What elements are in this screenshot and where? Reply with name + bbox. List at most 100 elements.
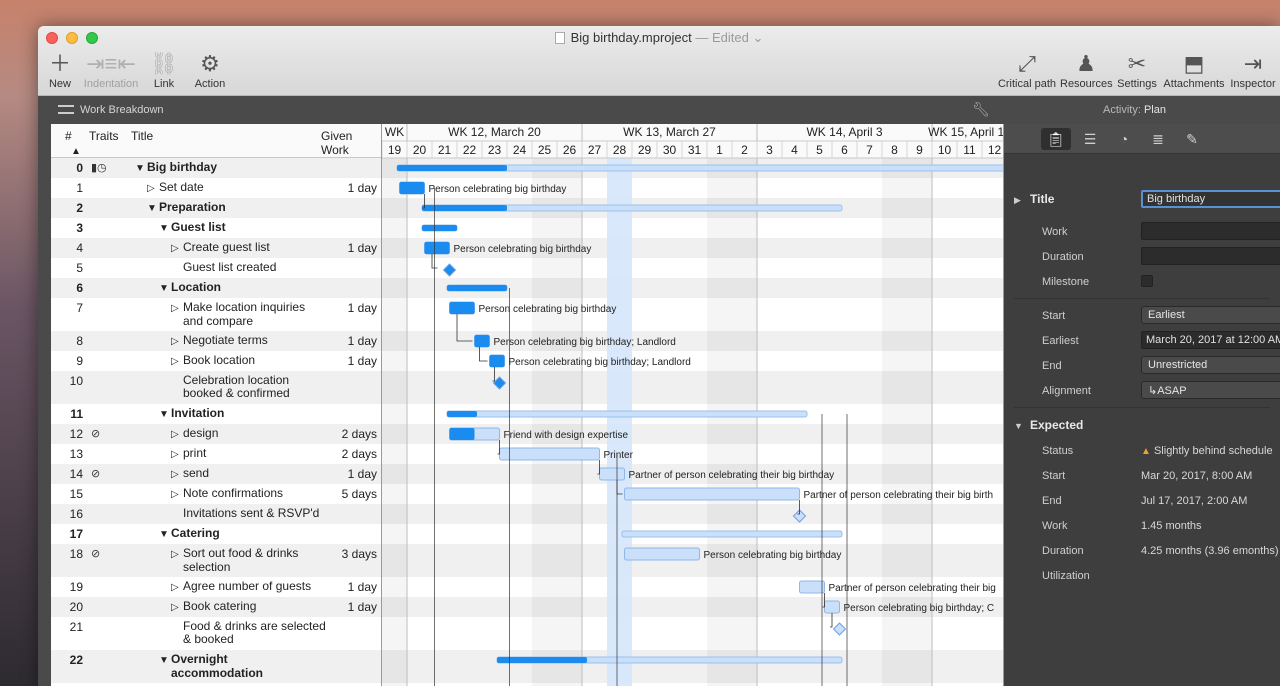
link-button[interactable]: ⛓ Link [146, 50, 182, 90]
weekend-shade [557, 158, 582, 686]
column-header-traits[interactable]: Traits [89, 129, 119, 143]
outline-row[interactable]: 0 ▮◷ ▼ Big birthday [51, 158, 381, 178]
day-label: 28 [613, 143, 627, 157]
disclosure-triangle-icon[interactable]: ▷ [171, 335, 183, 348]
outline-row[interactable]: 18 ⊘ ▷ Sort out food & drinks selection 3 day… [51, 544, 381, 577]
duration-field[interactable] [1141, 247, 1280, 265]
outline-header: # ▲ Traits Title Given Work [51, 124, 381, 158]
wrench-icon[interactable]: 🔧︎ [972, 101, 990, 118]
expected-section[interactable]: ▼ Expected [1004, 418, 1280, 432]
tab-task-icon[interactable]: 📋︎ [1041, 128, 1071, 150]
row-title: ▷ Sort out food & drinks selection [171, 546, 299, 574]
outline-row[interactable]: 14 ⊘ ▷ send 1 day [51, 464, 381, 484]
inspector-button[interactable]: ⇥ Inspector [1228, 50, 1278, 90]
outline-row[interactable]: 22 ▼ Overnight accommodation [51, 650, 381, 683]
critical-path-button[interactable]: ⤢ Critical path [996, 50, 1058, 90]
summary-bar [446, 410, 808, 418]
alignment-select[interactable]: ↳ASAP▴▾ [1141, 381, 1280, 399]
task-resource-label: Person celebrating big birthday; Landlor… [494, 337, 676, 348]
disclosure-triangle-icon[interactable]: ▷ [171, 448, 183, 461]
row-title: ▼ Invitation [159, 406, 225, 421]
outline-row[interactable]: 4 ▷ Create guest list 1 day [51, 238, 381, 258]
row-title: ▷ Set date [147, 180, 204, 195]
indentation-button[interactable]: ⇥≡⇤ Indentation [80, 50, 142, 90]
disclosure-triangle-icon[interactable]: ▷ [147, 182, 159, 195]
task-bar-progress [449, 302, 475, 314]
disclosure-triangle-icon[interactable]: ▷ [171, 468, 183, 481]
tab-notes-icon[interactable]: ✎ [1177, 128, 1207, 150]
attachments-button[interactable]: ⬒ Attachments [1162, 50, 1226, 90]
indentation-icon: ⇥≡⇤ [86, 51, 136, 76]
work-label: Work [1042, 226, 1068, 238]
outline-row[interactable]: 13 ▷ print 2 days [51, 444, 381, 464]
disclosure-triangle-icon[interactable]: ▷ [171, 355, 183, 368]
disclosure-triangle-icon[interactable]: ▷ [171, 242, 183, 255]
task-resource-label: Friend with design expertise [504, 430, 629, 441]
row-number: 3 [76, 221, 83, 235]
resources-button[interactable]: ♟ Resources [1060, 50, 1113, 90]
disclosure-triangle-icon[interactable]: ▼ [159, 408, 171, 421]
disclosure-triangle-icon[interactable]: ▼ [159, 222, 171, 235]
task-resource-label: Partner of person celebrating their big … [804, 490, 994, 501]
disclosure-triangle-icon[interactable]: ▷ [171, 601, 183, 614]
day-label: 7 [866, 143, 873, 157]
resources-icon: ♟ [1076, 51, 1096, 76]
row-title: ▼ Guest list [159, 220, 226, 235]
outline-row[interactable]: 6 ▼ Location [51, 278, 381, 298]
outline-row[interactable]: 9 ▷ Book location 1 day [51, 351, 381, 371]
settings-button[interactable]: ✂ Settings [1114, 50, 1160, 90]
outline-row[interactable]: 3 ▼ Guest list [51, 218, 381, 238]
row-number: 9 [76, 354, 83, 368]
outline-row[interactable]: 21 Food & drinks are selected & booked [51, 617, 381, 650]
action-button[interactable]: ⚙ Action [192, 50, 228, 90]
new-button[interactable]: ＋ New [46, 50, 74, 90]
row-traits: ⊘ [91, 548, 101, 560]
task-bar [824, 600, 840, 614]
disclosure-triangle-icon[interactable]: ▼ [147, 202, 159, 215]
outline-row[interactable]: 11 ▼ Invitation [51, 404, 381, 424]
outline-row[interactable]: 8 ▷ Negotiate terms 1 day [51, 331, 381, 351]
disclosure-triangle-icon[interactable]: ▷ [171, 581, 183, 594]
duration-label: Duration [1042, 251, 1084, 263]
outline-row[interactable]: 16 Invitations sent & RSVP'd [51, 504, 381, 524]
row-title: ▷ Agree number of guests [171, 579, 312, 594]
end-select[interactable]: Unrestricted▴▾ [1141, 356, 1280, 374]
start-select[interactable]: Earliest▴▾ [1141, 306, 1280, 324]
outline-row[interactable]: 7 ▷ Make location inquiries and compare 1 da… [51, 298, 381, 331]
row-number: 18 [69, 547, 83, 561]
utilization-row: Utilization [1004, 566, 1280, 586]
outline-row[interactable]: 10 Celebration location booked & confirmed [51, 371, 381, 404]
disclosure-triangle-icon[interactable]: ▼ [159, 282, 171, 295]
work-field[interactable] [1141, 222, 1280, 240]
row-title: Celebration location booked & confirmed [183, 373, 290, 400]
tab-schedule-icon[interactable]: ◔ [1109, 128, 1139, 150]
attachments-icon: ⬒ [1183, 51, 1205, 76]
row-title: ▷ Make location inquiries and compare [171, 300, 306, 328]
task-bar-progress [489, 355, 505, 367]
outline-row[interactable]: 17 ▼ Catering [51, 524, 381, 544]
disclosure-triangle-icon[interactable]: ▼ [159, 528, 171, 541]
milestone-checkbox[interactable] [1141, 275, 1153, 287]
earliest-date-field[interactable]: March 20, 2017 at 12:00 AM▦ [1141, 331, 1280, 349]
outline-row[interactable]: 20 ▷ Book catering 1 day [51, 597, 381, 617]
outline-row[interactable]: 15 ▷ Note confirmations 5 days [51, 484, 381, 504]
tab-list-icon[interactable]: ≣ [1143, 128, 1173, 150]
outline-row[interactable]: 2 ▼ Preparation [51, 198, 381, 218]
disclosure-triangle-icon[interactable]: ▷ [171, 428, 183, 441]
outline-row[interactable]: 12 ⊘ ▷ design 2 days [51, 424, 381, 444]
work-breakdown-view[interactable]: Work Breakdown [58, 104, 164, 116]
disclosure-triangle-icon[interactable]: ▼ [135, 162, 147, 175]
outline-row[interactable]: 19 ▷ Agree number of guests 1 day [51, 577, 381, 597]
day-label: 12 [988, 143, 1002, 157]
disclosure-triangle-icon[interactable]: ▷ [171, 488, 183, 501]
row-given-work: 2 days [341, 427, 377, 441]
outline-row[interactable]: 1 ▷ Set date 1 day [51, 178, 381, 198]
edited-status[interactable]: — Edited ⌄ [695, 30, 763, 45]
column-header-given-work[interactable]: Given Work [321, 129, 381, 157]
column-header-number[interactable]: # ▲ [65, 129, 81, 157]
row-given-work: 1 day [347, 354, 377, 368]
title-field[interactable] [1141, 190, 1280, 208]
tab-resources-icon[interactable]: ☰ [1075, 128, 1105, 150]
column-header-title[interactable]: Title [131, 129, 153, 143]
outline-row[interactable]: 5 Guest list created [51, 258, 381, 278]
